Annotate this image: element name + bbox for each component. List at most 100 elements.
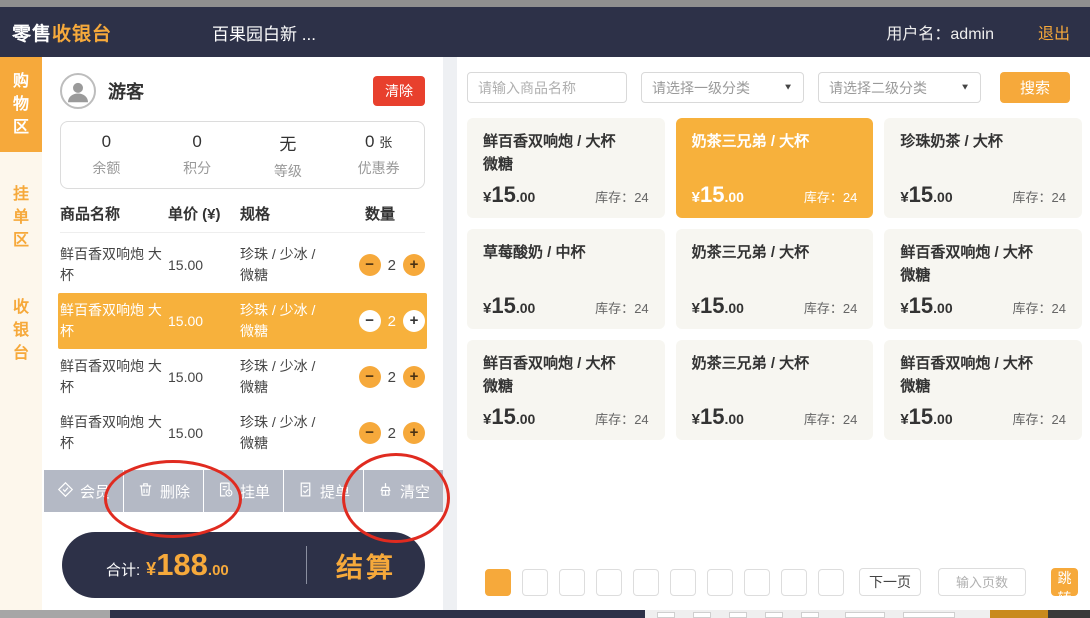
category2-select[interactable]: 请选择二级分类 ▼ <box>818 72 981 103</box>
page-button[interactable] <box>670 569 696 596</box>
increase-qty-button[interactable]: + <box>403 366 425 388</box>
decrease-qty-button[interactable]: − <box>359 366 381 388</box>
product-stock: 库存：24 <box>595 187 648 206</box>
stat-value: 0 <box>192 132 201 151</box>
cart-panel: 游客 清除 0 余额 0 积分 无 等级 0 张 优惠券 商品名称 单价 (¥)… <box>42 57 443 610</box>
sidebar: 购物区 挂单区 收银台 <box>0 57 42 610</box>
product-price: ¥15.00 <box>692 182 744 208</box>
page-button[interactable] <box>707 569 733 596</box>
product-card[interactable]: 鲜百香双响炮 / 大杯 微糖 ¥15.00 库存：24 <box>467 340 665 440</box>
page-button[interactable] <box>633 569 659 596</box>
next-page-button[interactable]: 下一页 <box>859 568 921 596</box>
cart-row[interactable]: 鲜百香双响炮 大杯 15.00 珍珠 / 少冰 / 微糖 − 2 + <box>58 349 427 405</box>
page-button[interactable] <box>559 569 585 596</box>
search-button[interactable]: 搜索 <box>1000 72 1070 103</box>
page-number-input[interactable] <box>938 568 1026 596</box>
price-int: 15 <box>700 182 724 207</box>
price-dec: .00 <box>516 300 535 316</box>
user-icon <box>60 73 96 109</box>
page-button[interactable] <box>522 569 548 596</box>
product-sub-option <box>483 266 649 268</box>
product-name: 奶茶三兄弟 / 大杯 <box>692 130 858 155</box>
cart-row[interactable]: 鲜百香双响炮 大杯 15.00 珍珠 / 少冰 / 微糖 − 2 + <box>58 293 427 349</box>
price-int: 15 <box>700 293 724 318</box>
store-name: 百果园白新 ... <box>212 20 316 45</box>
quantity-stepper: − 2 + <box>332 422 427 444</box>
product-sub-option <box>692 266 858 268</box>
sidebar-tab-cashier[interactable]: 收银台 <box>0 283 42 378</box>
product-price: ¥15.00 <box>692 293 744 319</box>
action-label: 清空 <box>400 481 430 502</box>
increase-qty-button[interactable]: + <box>403 310 425 332</box>
page-button[interactable] <box>485 569 511 596</box>
product-price: ¥15.00 <box>900 182 952 208</box>
total-amount: 188 <box>156 547 208 583</box>
category1-placeholder: 请选择一级分类 <box>652 78 750 98</box>
product-stock: 库存：24 <box>595 409 648 428</box>
customer-name: 游客 <box>108 78 144 104</box>
decrease-qty-button[interactable]: − <box>359 310 381 332</box>
cart-item-spec: 珍珠 / 少冰 / 微糖 <box>240 300 332 342</box>
col-product-name: 商品名称 <box>60 203 168 224</box>
product-card[interactable]: 珍珠奶茶 / 大杯 ¥15.00 库存：24 <box>884 118 1082 218</box>
increase-qty-button[interactable]: + <box>403 254 425 276</box>
checkout-button[interactable]: 结算 <box>307 546 425 585</box>
clear-all-button[interactable]: 清空 <box>363 470 443 512</box>
page-button[interactable] <box>781 569 807 596</box>
currency-sign: ¥ <box>692 300 700 317</box>
product-sub-option: 微糖 <box>483 377 649 397</box>
chevron-down-icon: ▼ <box>783 83 793 92</box>
stat-value: 无 <box>279 135 296 154</box>
page-button[interactable] <box>744 569 770 596</box>
product-grid: 鲜百香双响炮 / 大杯 微糖 ¥15.00 库存：24 奶茶三兄弟 / 大杯 ¥… <box>467 118 1082 440</box>
product-card[interactable]: 奶茶三兄弟 / 大杯 ¥15.00 库存：24 <box>676 229 874 329</box>
category1-select[interactable]: 请选择一级分类 ▼ <box>641 72 804 103</box>
total-bar: 合计: ¥188.00 结算 <box>62 532 425 598</box>
product-card[interactable]: 奶茶三兄弟 / 大杯 ¥15.00 库存：24 <box>676 340 874 440</box>
retrieve-order-button[interactable]: 提单 <box>283 470 363 512</box>
increase-qty-button[interactable]: + <box>403 422 425 444</box>
hold-order-button[interactable]: 挂单 <box>203 470 283 512</box>
page-button[interactable] <box>818 569 844 596</box>
member-button[interactable]: 会员 <box>44 470 123 512</box>
product-sub-option: 微糖 <box>900 377 1066 397</box>
bottom-edge-dark <box>1048 610 1090 618</box>
cart-row[interactable]: 鲜百香双响炮 大杯 15.00 珍珠 / 少冰 / 微糖 − 2 + <box>58 237 427 293</box>
product-price: ¥15.00 <box>900 404 952 430</box>
cart-item-name: 鲜百香双响炮 大杯 <box>60 300 168 342</box>
quantity-value: 2 <box>388 257 396 274</box>
username-value: admin <box>950 26 994 43</box>
product-price: ¥15.00 <box>483 293 535 319</box>
logout-button[interactable]: 退出 <box>1038 20 1070 44</box>
product-stock: 库存：24 <box>1013 298 1066 317</box>
product-card[interactable]: 鲜百香双响炮 / 大杯 微糖 ¥15.00 库存：24 <box>884 229 1082 329</box>
product-card[interactable]: 鲜百香双响炮 / 大杯 微糖 ¥15.00 库存：24 <box>884 340 1082 440</box>
cart-item-spec: 珍珠 / 少冰 / 微糖 <box>240 412 332 454</box>
stat-label: 余额 <box>61 158 152 178</box>
product-card[interactable]: 草莓酸奶 / 中杯 ¥15.00 库存：24 <box>467 229 665 329</box>
product-card[interactable]: 奶茶三兄弟 / 大杯 ¥15.00 库存：24 <box>676 118 874 218</box>
product-stock: 库存：24 <box>1013 187 1066 206</box>
page-button[interactable] <box>596 569 622 596</box>
currency-sign: ¥ <box>692 411 700 428</box>
decrease-qty-button[interactable]: − <box>359 422 381 444</box>
clear-customer-button[interactable]: 清除 <box>373 76 425 106</box>
price-int: 15 <box>491 293 515 318</box>
jump-button[interactable]: 跳转 <box>1051 568 1078 596</box>
sidebar-tab-shopping[interactable]: 购物区 <box>0 57 42 152</box>
cart-item-price: 15.00 <box>168 369 240 385</box>
bottom-edge-navy <box>110 610 645 618</box>
category2-placeholder: 请选择二级分类 <box>829 78 927 98</box>
product-name: 珍珠奶茶 / 大杯 <box>900 130 1066 155</box>
stock-label: 库存： <box>595 301 634 316</box>
product-panel: 请选择一级分类 ▼ 请选择二级分类 ▼ 搜索 鲜百香双响炮 / 大杯 微糖 ¥1… <box>457 57 1090 610</box>
decrease-qty-button[interactable]: − <box>359 254 381 276</box>
product-card[interactable]: 鲜百香双响炮 / 大杯 微糖 ¥15.00 库存：24 <box>467 118 665 218</box>
currency-sign: ¥ <box>900 411 908 428</box>
bottom-edge-orange <box>990 610 1048 618</box>
delete-button[interactable]: 删除 <box>123 470 203 512</box>
product-search-input[interactable] <box>467 72 627 103</box>
cart-row[interactable]: 鲜百香双响炮 大杯 15.00 珍珠 / 少冰 / 微糖 − 2 + <box>58 405 427 461</box>
quantity-value: 2 <box>388 369 396 386</box>
sidebar-tab-hold-orders[interactable]: 挂单区 <box>0 170 42 265</box>
